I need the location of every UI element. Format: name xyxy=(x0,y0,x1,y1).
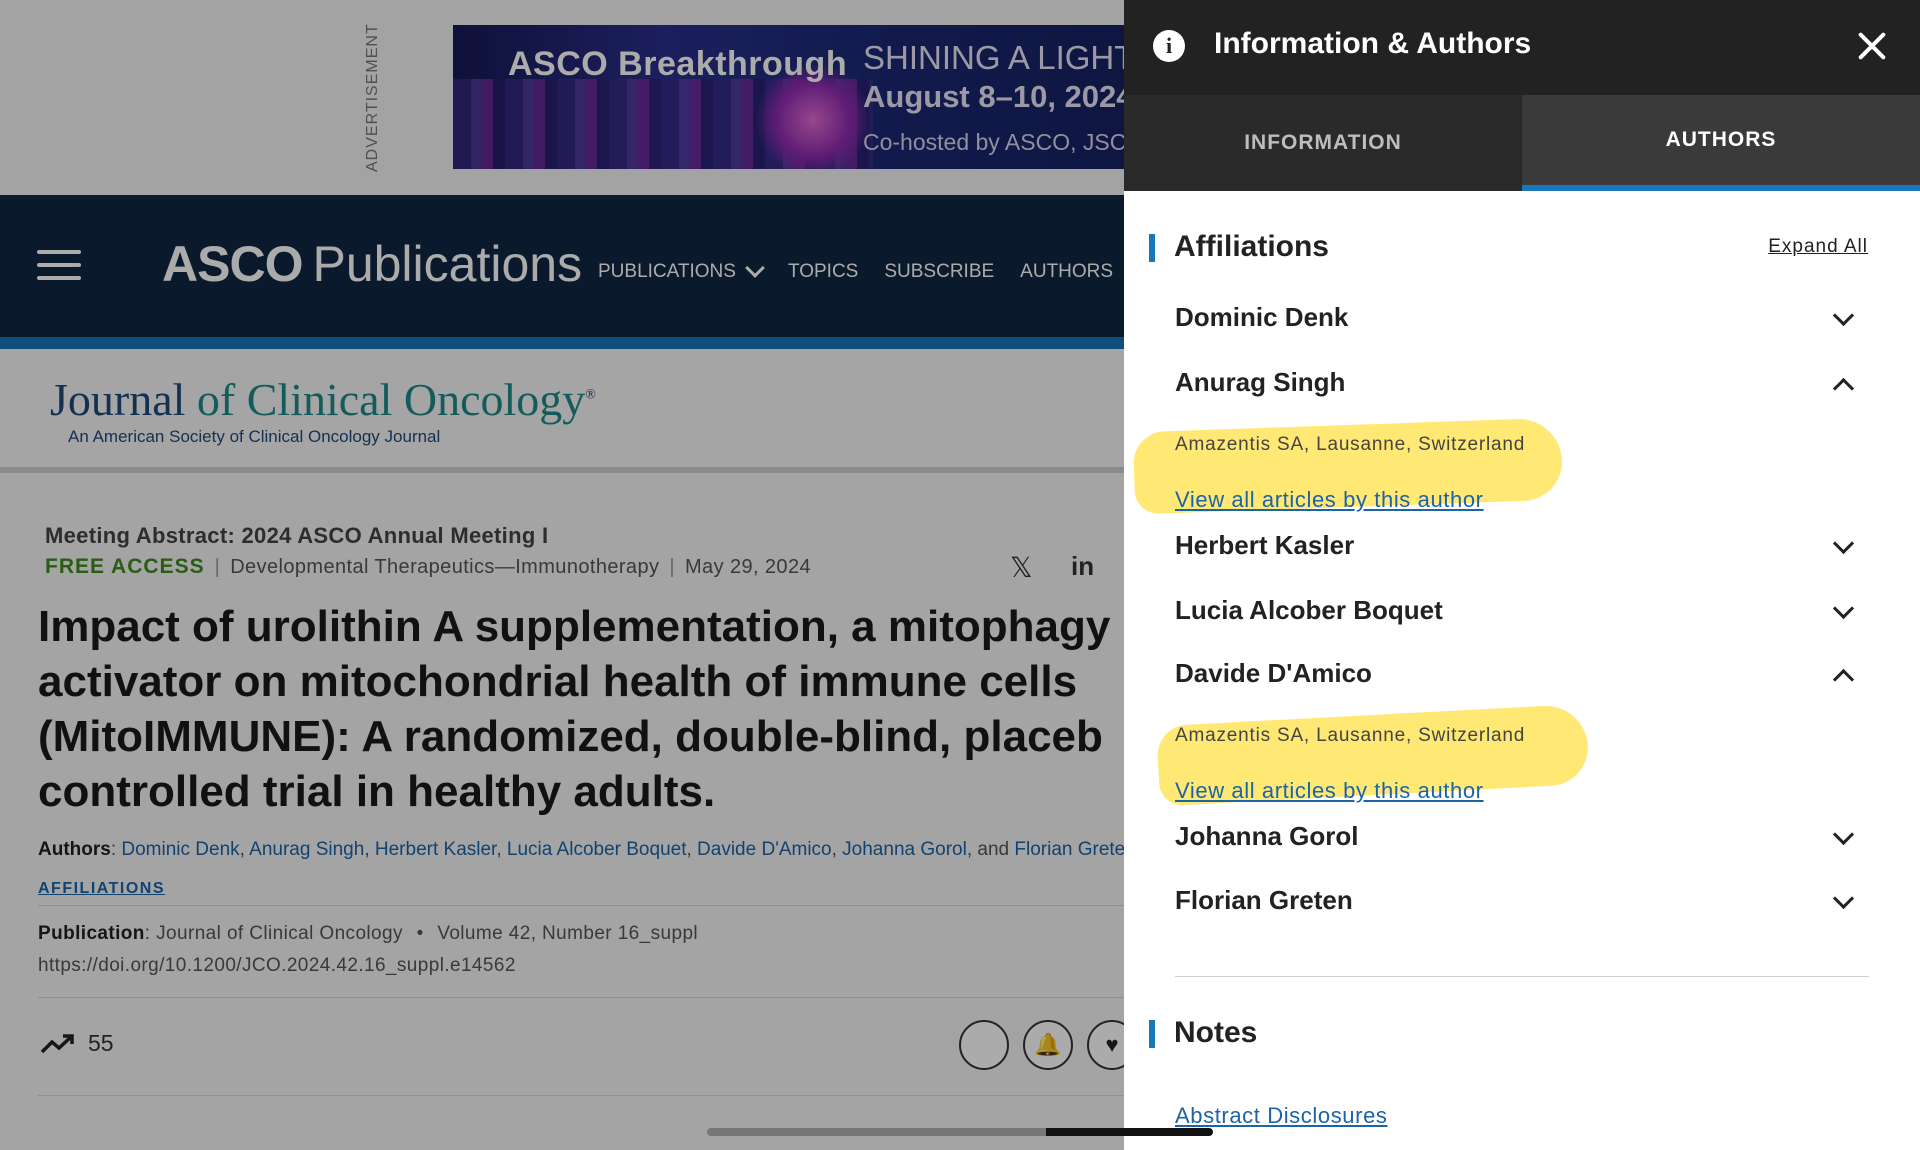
chevron-down-icon xyxy=(1832,304,1855,327)
author-name: Johanna Gorol xyxy=(1175,821,1359,851)
home-indicator[interactable] xyxy=(707,1128,1213,1136)
author-accordion-johanna-gorol[interactable]: Johanna Gorol xyxy=(1175,821,1865,861)
chevron-up-icon xyxy=(1832,668,1855,691)
author-affiliation: Amazentis SA, Lausanne, Switzerland xyxy=(1175,434,1526,455)
panel-header: i Information & Authors xyxy=(1124,0,1920,95)
modal-overlay[interactable] xyxy=(0,0,1124,1150)
chevron-up-icon xyxy=(1832,377,1855,400)
tab-authors[interactable]: AUTHORS xyxy=(1522,95,1920,191)
panel-title: Information & Authors xyxy=(1214,27,1532,60)
tab-information[interactable]: INFORMATION xyxy=(1124,95,1522,191)
author-accordion-florian-greten[interactable]: Florian Greten xyxy=(1175,885,1865,925)
chevron-down-icon xyxy=(1832,823,1855,846)
author-name: Dominic Denk xyxy=(1175,302,1349,332)
close-icon[interactable] xyxy=(1852,26,1892,66)
view-articles-link[interactable]: View all articles by this author xyxy=(1175,778,1484,804)
author-affiliation: Amazentis SA, Lausanne, Switzerland xyxy=(1175,725,1526,746)
author-accordion-dominic-denk[interactable]: Dominic Denk xyxy=(1175,302,1865,342)
chevron-down-icon xyxy=(1832,887,1855,910)
divider xyxy=(1175,976,1869,977)
author-name: Anurag Singh xyxy=(1175,367,1346,397)
notes-heading: Notes xyxy=(1149,1016,1257,1050)
affiliations-heading: Affiliations xyxy=(1149,230,1329,264)
author-name: Davide D'Amico xyxy=(1175,658,1372,688)
author-accordion-herbert-kasler[interactable]: Herbert Kasler xyxy=(1175,530,1865,570)
author-name: Florian Greten xyxy=(1175,885,1353,915)
abstract-disclosures-link[interactable]: Abstract Disclosures xyxy=(1175,1103,1388,1129)
view-articles-link[interactable]: View all articles by this author xyxy=(1175,487,1484,513)
information-authors-panel: i Information & Authors INFORMATION AUTH… xyxy=(1124,0,1920,1150)
expand-all-button[interactable]: Expand All xyxy=(1768,236,1868,258)
author-accordion-davide-damico[interactable]: Davide D'Amico xyxy=(1175,658,1865,698)
author-accordion-lucia-alcober-boquet[interactable]: Lucia Alcober Boquet xyxy=(1175,595,1865,635)
chevron-down-icon xyxy=(1832,597,1855,620)
info-icon: i xyxy=(1153,30,1185,62)
author-name: Lucia Alcober Boquet xyxy=(1175,595,1443,625)
author-name: Herbert Kasler xyxy=(1175,530,1355,560)
author-accordion-anurag-singh[interactable]: Anurag Singh xyxy=(1175,367,1865,407)
panel-tabs: INFORMATION AUTHORS xyxy=(1124,95,1920,191)
chevron-down-icon xyxy=(1832,532,1855,555)
